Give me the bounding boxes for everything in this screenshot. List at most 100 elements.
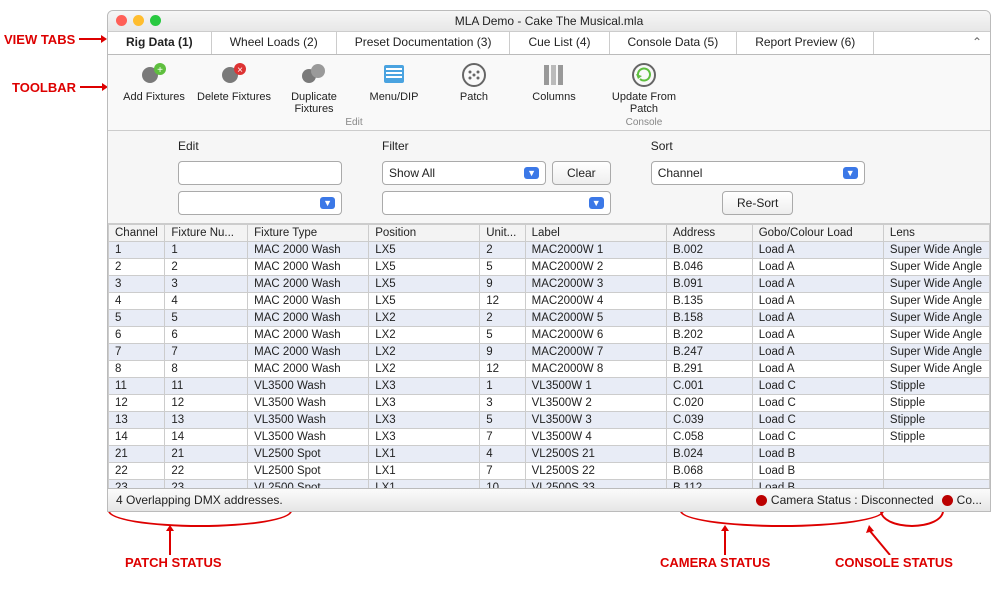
table-cell[interactable]: C.039 xyxy=(666,412,752,429)
table-cell[interactable]: MAC 2000 Wash xyxy=(248,344,369,361)
table-row[interactable]: 2121VL2500 SpotLX14VL2500S 21B.024Load B xyxy=(109,446,990,463)
table-row[interactable]: 33MAC 2000 WashLX59MAC2000W 3B.091Load A… xyxy=(109,276,990,293)
table-cell[interactable]: VL2500 Spot xyxy=(248,446,369,463)
table-cell[interactable]: 4 xyxy=(109,293,165,310)
table-cell[interactable]: 2 xyxy=(109,259,165,276)
table-cell[interactable]: C.058 xyxy=(666,429,752,446)
table-cell[interactable]: 8 xyxy=(109,361,165,378)
table-cell[interactable]: LX3 xyxy=(369,429,480,446)
tab-0[interactable]: Rig Data (1) xyxy=(108,32,212,54)
traffic-lights[interactable] xyxy=(116,15,161,26)
column-header[interactable]: Channel xyxy=(109,225,165,242)
table-cell[interactable]: Stipple xyxy=(883,395,989,412)
table-cell[interactable]: Load B xyxy=(752,463,883,480)
table-cell[interactable] xyxy=(883,463,989,480)
table-cell[interactable]: Super Wide Angle xyxy=(883,242,989,259)
table-row[interactable]: 1313VL3500 WashLX35VL3500W 3C.039Load CS… xyxy=(109,412,990,429)
table-cell[interactable]: B.024 xyxy=(666,446,752,463)
table-cell[interactable] xyxy=(883,446,989,463)
filter-value-dropdown[interactable]: ▼ xyxy=(382,191,611,215)
table-cell[interactable]: B.046 xyxy=(666,259,752,276)
table-row[interactable]: 88MAC 2000 WashLX212MAC2000W 8B.291Load … xyxy=(109,361,990,378)
table-cell[interactable]: Super Wide Angle xyxy=(883,259,989,276)
table-cell[interactable]: VL2500S 22 xyxy=(525,463,666,480)
table-cell[interactable]: 4 xyxy=(165,293,248,310)
table-cell[interactable]: Load A xyxy=(752,293,883,310)
table-cell[interactable]: LX3 xyxy=(369,412,480,429)
clear-button[interactable]: Clear xyxy=(552,161,611,185)
table-cell[interactable]: Super Wide Angle xyxy=(883,327,989,344)
table-cell[interactable]: C.001 xyxy=(666,378,752,395)
table-cell[interactable]: B.247 xyxy=(666,344,752,361)
table-cell[interactable]: Load A xyxy=(752,310,883,327)
column-header[interactable]: Position xyxy=(369,225,480,242)
table-cell[interactable]: 5 xyxy=(480,259,525,276)
table-cell[interactable]: Super Wide Angle xyxy=(883,310,989,327)
table-cell[interactable]: LX3 xyxy=(369,395,480,412)
table-cell[interactable]: 7 xyxy=(165,344,248,361)
toolbar-columns-button[interactable]: Columns xyxy=(514,59,594,117)
table-cell[interactable]: 3 xyxy=(165,276,248,293)
toolbar-update-button[interactable]: Update From Patch xyxy=(604,59,684,117)
table-cell[interactable]: Super Wide Angle xyxy=(883,344,989,361)
column-header[interactable]: Gobo/Colour Load xyxy=(752,225,883,242)
table-cell[interactable]: B.158 xyxy=(666,310,752,327)
table-row[interactable]: 1111VL3500 WashLX31VL3500W 1C.001Load CS… xyxy=(109,378,990,395)
table-cell[interactable]: Load C xyxy=(752,412,883,429)
table-cell[interactable]: Load A xyxy=(752,242,883,259)
table-cell[interactable]: Load C xyxy=(752,378,883,395)
maximize-icon[interactable] xyxy=(150,15,161,26)
table-cell[interactable]: Load A xyxy=(752,276,883,293)
table-cell[interactable]: Load A xyxy=(752,259,883,276)
table-cell[interactable]: 9 xyxy=(480,344,525,361)
toolbar-menu-dip-button[interactable]: Menu/DIP xyxy=(354,59,434,117)
table-cell[interactable]: LX1 xyxy=(369,446,480,463)
table-row[interactable]: 1212VL3500 WashLX33VL3500W 2C.020Load CS… xyxy=(109,395,990,412)
table-cell[interactable]: 13 xyxy=(109,412,165,429)
tab-4[interactable]: Console Data (5) xyxy=(610,32,738,54)
table-cell[interactable]: MAC2000W 1 xyxy=(525,242,666,259)
table-cell[interactable]: VL3500 Wash xyxy=(248,429,369,446)
table-cell[interactable]: 12 xyxy=(480,293,525,310)
toolbar-fixture-del-button[interactable]: ×Delete Fixtures xyxy=(194,59,274,117)
column-header[interactable]: Lens xyxy=(883,225,989,242)
table-cell[interactable]: LX2 xyxy=(369,361,480,378)
table-cell[interactable]: VL2500S 21 xyxy=(525,446,666,463)
table-cell[interactable]: Stipple xyxy=(883,412,989,429)
table-cell[interactable]: VL3500W 2 xyxy=(525,395,666,412)
table-row[interactable]: 11MAC 2000 WashLX52MAC2000W 1B.002Load A… xyxy=(109,242,990,259)
tab-5[interactable]: Report Preview (6) xyxy=(737,32,874,54)
table-cell[interactable]: MAC2000W 4 xyxy=(525,293,666,310)
table-cell[interactable]: 7 xyxy=(480,429,525,446)
table-cell[interactable]: 11 xyxy=(165,378,248,395)
table-cell[interactable]: LX3 xyxy=(369,378,480,395)
table-cell[interactable]: LX5 xyxy=(369,276,480,293)
close-icon[interactable] xyxy=(116,15,127,26)
table-cell[interactable]: 21 xyxy=(109,446,165,463)
table-cell[interactable]: 2 xyxy=(480,242,525,259)
table-cell[interactable]: 12 xyxy=(480,361,525,378)
table-cell[interactable]: LX2 xyxy=(369,327,480,344)
table-row[interactable]: 44MAC 2000 WashLX512MAC2000W 4B.135Load … xyxy=(109,293,990,310)
table-cell[interactable]: Stipple xyxy=(883,429,989,446)
table-cell[interactable]: VL2500 Spot xyxy=(248,463,369,480)
table-cell[interactable]: B.002 xyxy=(666,242,752,259)
table-cell[interactable]: 12 xyxy=(165,395,248,412)
table-cell[interactable]: Load B xyxy=(752,446,883,463)
table-cell[interactable]: VL3500W 1 xyxy=(525,378,666,395)
column-header[interactable]: Unit... xyxy=(480,225,525,242)
table-cell[interactable]: 6 xyxy=(165,327,248,344)
table-cell[interactable]: VL3500W 4 xyxy=(525,429,666,446)
table-cell[interactable]: 5 xyxy=(109,310,165,327)
table-cell[interactable]: 2 xyxy=(480,310,525,327)
table-cell[interactable]: 5 xyxy=(165,310,248,327)
table-cell[interactable]: MAC2000W 2 xyxy=(525,259,666,276)
edit-text-1[interactable] xyxy=(178,161,342,185)
table-cell[interactable]: B.091 xyxy=(666,276,752,293)
table-cell[interactable]: MAC2000W 5 xyxy=(525,310,666,327)
tab-3[interactable]: Cue List (4) xyxy=(510,32,609,54)
table-cell[interactable]: MAC2000W 7 xyxy=(525,344,666,361)
fixture-table-scroll[interactable]: ChannelFixture Nu...Fixture TypePosition… xyxy=(108,224,990,502)
table-row[interactable]: 66MAC 2000 WashLX25MAC2000W 6B.202Load A… xyxy=(109,327,990,344)
table-cell[interactable]: 22 xyxy=(165,463,248,480)
